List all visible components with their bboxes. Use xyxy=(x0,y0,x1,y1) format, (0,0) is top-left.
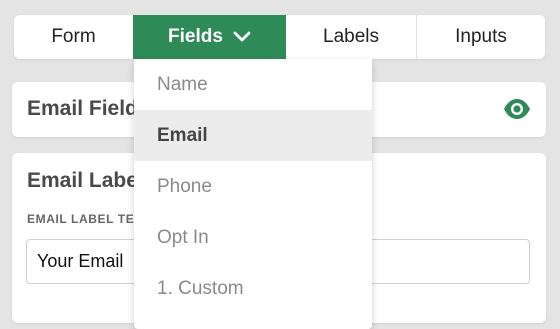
tab-form-label: Form xyxy=(51,26,96,47)
menu-item-custom[interactable]: 1. Custom xyxy=(134,263,372,314)
menu-item-email[interactable]: Email xyxy=(134,110,372,161)
tab-form[interactable]: Form xyxy=(14,15,133,59)
menu-item-label: Name xyxy=(157,73,208,95)
section-tabs: Form Fields Labels Inputs xyxy=(14,15,545,59)
tab-fields-label: Fields xyxy=(168,26,223,47)
menu-item-name[interactable]: Name xyxy=(134,59,372,110)
email-field-title: Email Field xyxy=(27,97,138,120)
fields-dropdown-menu: Name Email Phone Opt In 1. Custom xyxy=(134,59,372,329)
tab-labels-label: Labels xyxy=(323,26,379,47)
email-label-title: Email Label xyxy=(27,169,144,192)
tab-fields[interactable]: Fields xyxy=(133,15,286,59)
tab-inputs-label: Inputs xyxy=(455,26,507,47)
chevron-down-icon xyxy=(233,31,251,42)
menu-item-label: Email xyxy=(157,124,208,146)
email-label-text-label: EMAIL LABEL TEXT xyxy=(27,212,151,226)
menu-item-label: 1. Custom xyxy=(157,277,244,299)
menu-item-label: Opt In xyxy=(157,226,209,248)
menu-item-phone[interactable]: Phone xyxy=(134,161,372,212)
menu-item-opt-in[interactable]: Opt In xyxy=(134,212,372,263)
eye-icon[interactable] xyxy=(503,97,531,121)
tab-inputs[interactable]: Inputs xyxy=(417,15,545,59)
tab-labels[interactable]: Labels xyxy=(286,15,417,59)
menu-item-label: Phone xyxy=(157,175,212,197)
